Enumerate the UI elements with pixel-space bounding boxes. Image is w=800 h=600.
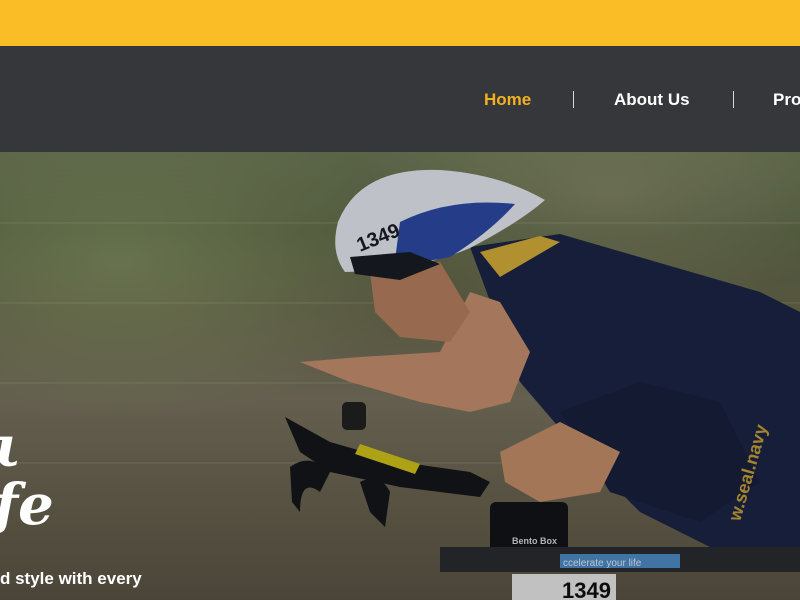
script-line: ι	[0, 418, 54, 476]
script-line: fe	[0, 472, 54, 538]
hero-tagline: d style with every	[0, 569, 142, 588]
hero-banner: 1349 Bento Box ccelerate your life 1349 …	[0, 152, 800, 600]
nav-separator	[573, 91, 574, 108]
nav-link-home[interactable]: Home	[484, 90, 531, 110]
top-accent-bar	[0, 0, 800, 46]
nav-link-products[interactable]: Pro	[773, 90, 800, 110]
nav-link-about-us[interactable]: About Us	[614, 90, 690, 110]
hero-dark-overlay	[0, 152, 800, 600]
hero-script-heading: ι fe	[0, 418, 54, 534]
nav-separator	[733, 91, 734, 108]
